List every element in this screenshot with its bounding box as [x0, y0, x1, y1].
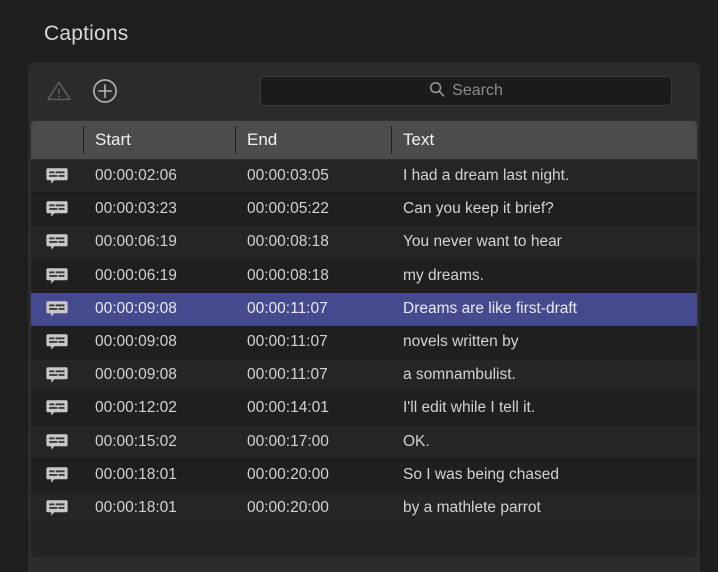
table-row[interactable]: 00:00:12:0200:00:14:01I'll edit while I … [31, 392, 697, 425]
column-header-icon[interactable] [31, 121, 83, 159]
search-placeholder: Search [452, 83, 503, 99]
cell-end: 00:00:14:01 [235, 399, 391, 417]
table-row[interactable]: 00:00:18:0100:00:20:00So I was being cha… [31, 459, 697, 492]
caption-bubble-icon [31, 498, 83, 518]
caption-bubble-icon [31, 299, 83, 319]
caption-bubble-icon [31, 332, 83, 352]
captions-panel: Search Start End Text 00:00:02:0600:00:0… [28, 62, 700, 572]
table-row[interactable]: 00:00:06:1900:00:08:18You never want to … [31, 226, 697, 259]
cell-text: OK. [391, 433, 697, 451]
cell-end: 00:00:11:07 [235, 366, 391, 384]
caption-bubble-icon [31, 365, 83, 385]
table-body: 00:00:02:0600:00:03:05I had a dream last… [31, 160, 697, 525]
cell-start: 00:00:15:02 [83, 433, 235, 451]
cell-start: 00:00:09:08 [83, 333, 235, 351]
column-header-start[interactable]: Start [83, 121, 235, 159]
cell-end: 00:00:20:00 [235, 499, 391, 517]
page-title: Captions [44, 22, 128, 46]
caption-bubble-icon [31, 232, 83, 252]
table-row[interactable]: 00:00:09:0800:00:11:07a somnambulist. [31, 359, 697, 392]
cell-start: 00:00:02:06 [83, 167, 235, 185]
table-row[interactable]: 00:00:15:0200:00:17:00OK. [31, 426, 697, 459]
cell-text: Dreams are like first-draft [391, 300, 697, 318]
cell-text: a somnambulist. [391, 366, 697, 384]
cell-end: 00:00:05:22 [235, 200, 391, 218]
caption-bubble-icon [31, 398, 83, 418]
captions-toolbar: Search [28, 62, 700, 119]
cell-start: 00:00:18:01 [83, 466, 235, 484]
column-header-end[interactable]: End [235, 121, 391, 159]
captions-inspector-window: Captions [0, 0, 718, 572]
cell-end: 00:00:11:07 [235, 333, 391, 351]
plus-circle-icon [92, 78, 118, 104]
cell-start: 00:00:09:08 [83, 300, 235, 318]
cell-end: 00:00:03:05 [235, 167, 391, 185]
warning-button[interactable] [42, 74, 76, 108]
search-input[interactable]: Search [260, 76, 672, 106]
table-row[interactable]: 00:00:02:0600:00:03:05I had a dream last… [31, 160, 697, 193]
add-caption-button[interactable] [88, 74, 122, 108]
table-row[interactable]: 00:00:18:0100:00:20:00by a mathlete parr… [31, 492, 697, 525]
caption-bubble-icon [31, 199, 83, 219]
column-header-text[interactable]: Text [391, 121, 697, 159]
caption-bubble-icon [31, 166, 83, 186]
cell-end: 00:00:20:00 [235, 466, 391, 484]
table-row[interactable]: 00:00:09:0800:00:11:07Dreams are like fi… [31, 293, 697, 326]
table-row[interactable]: 00:00:06:1900:00:08:18my dreams. [31, 260, 697, 293]
cell-start: 00:00:18:01 [83, 499, 235, 517]
cell-text: my dreams. [391, 267, 697, 285]
table-row[interactable]: 00:00:09:0800:00:11:07novels written by [31, 326, 697, 359]
cell-text: You never want to hear [391, 233, 697, 251]
cell-start: 00:00:03:23 [83, 200, 235, 218]
caption-bubble-icon [31, 266, 83, 286]
cell-end: 00:00:08:18 [235, 233, 391, 251]
cell-end: 00:00:17:00 [235, 433, 391, 451]
cell-end: 00:00:11:07 [235, 300, 391, 318]
warning-icon [46, 79, 72, 103]
cell-end: 00:00:08:18 [235, 267, 391, 285]
cell-start: 00:00:09:08 [83, 366, 235, 384]
caption-bubble-icon [31, 465, 83, 485]
cell-text: Can you keep it brief? [391, 200, 697, 218]
cell-start: 00:00:06:19 [83, 267, 235, 285]
table-row[interactable]: 00:00:03:2300:00:05:22Can you keep it br… [31, 193, 697, 226]
caption-bubble-icon [31, 432, 83, 452]
cell-text: I'll edit while I tell it. [391, 399, 697, 417]
captions-table: Start End Text 00:00:02:0600:00:03:05I h… [30, 120, 698, 558]
cell-start: 00:00:06:19 [83, 233, 235, 251]
table-header-row: Start End Text [31, 121, 697, 160]
cell-text: novels written by [391, 333, 697, 351]
cell-text: by a mathlete parrot [391, 499, 697, 517]
cell-start: 00:00:12:02 [83, 399, 235, 417]
cell-text: I had a dream last night. [391, 167, 697, 185]
cell-text: So I was being chased [391, 466, 697, 484]
search-icon [429, 81, 445, 102]
